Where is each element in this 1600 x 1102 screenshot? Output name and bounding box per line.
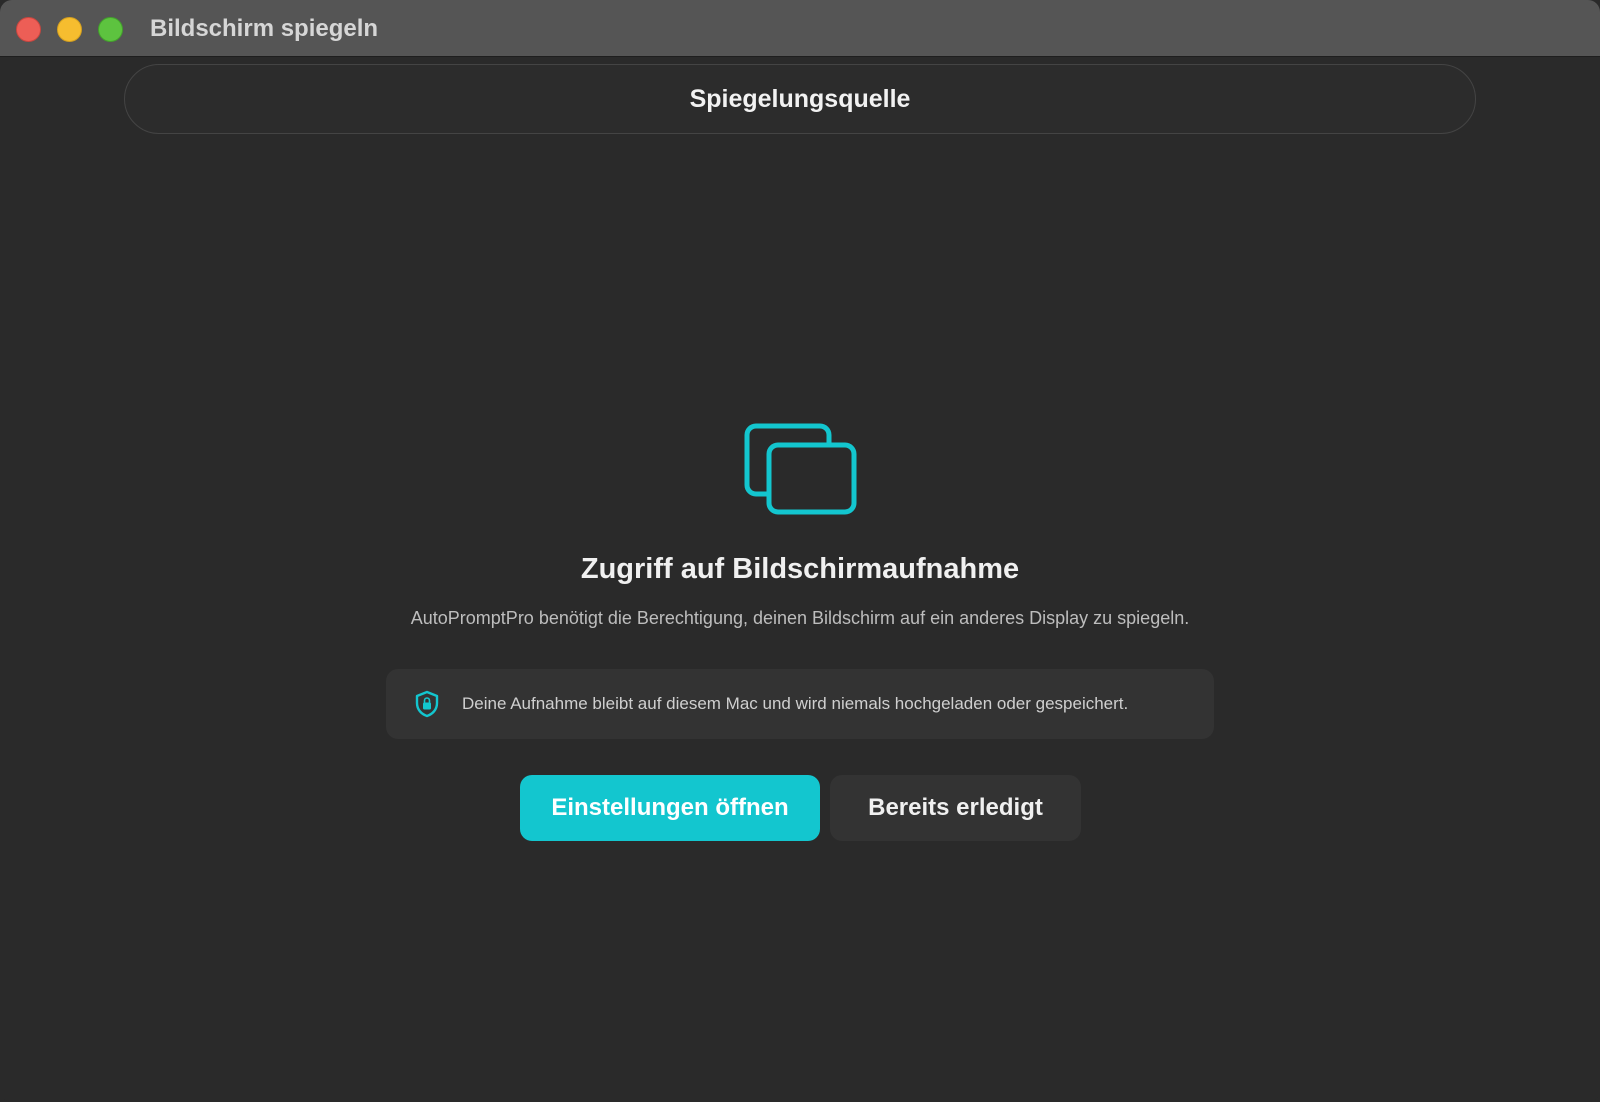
mirror-source-label: Spiegelungsquelle <box>689 84 911 113</box>
screens-icon <box>744 423 857 515</box>
zoom-window-button[interactable] <box>98 17 123 42</box>
close-window-button[interactable] <box>16 17 41 42</box>
minimize-window-button[interactable] <box>57 17 82 42</box>
mirror-window: Bildschirm spiegeln Spiegelungsquelle Zu… <box>0 0 1600 1102</box>
title-bar: Bildschirm spiegeln <box>0 0 1600 57</box>
privacy-notice-text: Deine Aufnahme bleibt auf diesem Mac und… <box>462 694 1129 713</box>
window-title: Bildschirm spiegeln <box>150 15 379 42</box>
shield-lock-icon <box>415 690 439 718</box>
privacy-notice: Deine Aufnahme bleibt auf diesem Mac und… <box>386 669 1214 739</box>
already-done-button[interactable]: Bereits erledigt <box>830 775 1081 841</box>
permission-description: AutoPromptPro benötigt die Berechtigung,… <box>410 608 1190 628</box>
mirror-source-selector[interactable]: Spiegelungsquelle <box>124 64 1476 134</box>
open-settings-button[interactable]: Einstellungen öffnen <box>520 775 820 841</box>
permission-heading: Zugriff auf Bildschirmaufnahme <box>580 553 1020 585</box>
